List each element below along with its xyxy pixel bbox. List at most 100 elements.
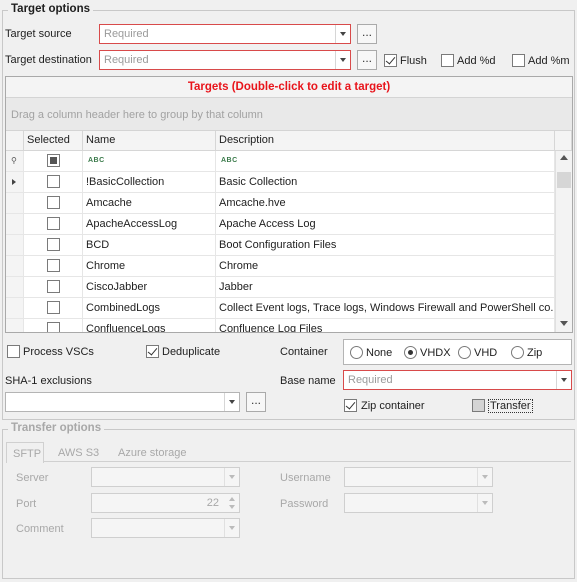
- base-name-placeholder: Required: [348, 374, 393, 386]
- row-description-cell[interactable]: Apache Access Log: [216, 214, 555, 235]
- container-vhd-label: VHD: [474, 347, 498, 359]
- group-panel-text: Drag a column header here to group by th…: [11, 109, 263, 121]
- group-by-panel[interactable]: Drag a column header here to group by th…: [6, 98, 572, 131]
- row-name-cell[interactable]: ConfluenceLogs: [83, 319, 216, 332]
- row-selected-cell[interactable]: [24, 193, 83, 214]
- column-header-selected[interactable]: Selected: [24, 131, 83, 151]
- row-indicator: [6, 235, 24, 256]
- row-select-checkbox[interactable]: [47, 322, 60, 332]
- row-selected-cell[interactable]: [24, 298, 83, 319]
- filter-name-cell[interactable]: ABC: [83, 151, 216, 172]
- chevron-down-icon[interactable]: [335, 51, 350, 69]
- row-select-checkbox[interactable]: [47, 175, 60, 188]
- row-name-cell[interactable]: BCD: [83, 235, 216, 256]
- server-label: Server: [16, 472, 49, 484]
- row-selected-cell[interactable]: [24, 277, 83, 298]
- target-source-label: Target source: [5, 28, 72, 40]
- row-selected-cell[interactable]: [24, 319, 83, 332]
- row-description-cell[interactable]: Amcache.hve: [216, 193, 555, 214]
- filter-selected-checkbox[interactable]: [47, 154, 60, 167]
- comment-combo[interactable]: [91, 518, 240, 538]
- comment-label: Comment: [16, 523, 64, 535]
- container-none-label: None: [366, 347, 393, 359]
- row-select-checkbox[interactable]: [47, 259, 60, 272]
- password-combo[interactable]: [344, 493, 493, 513]
- deduplicate-label: Deduplicate: [162, 346, 221, 358]
- chevron-down-icon[interactable]: [224, 393, 239, 411]
- sha1-browse-button[interactable]: ...: [246, 392, 266, 412]
- row-selected-cell[interactable]: [24, 256, 83, 277]
- row-description-cell[interactable]: Chrome: [216, 256, 555, 277]
- tab-azure-storage[interactable]: Azure storage: [118, 447, 186, 459]
- row-description-cell[interactable]: Confluence Log Files: [216, 319, 555, 332]
- spin-down-icon[interactable]: [229, 505, 235, 509]
- zip-container-checkbox[interactable]: [344, 399, 357, 412]
- target-source-combo[interactable]: Required: [99, 24, 351, 44]
- row-select-checkbox[interactable]: [47, 238, 60, 251]
- spin-up-icon[interactable]: [229, 497, 235, 501]
- row-select-checkbox[interactable]: [47, 301, 60, 314]
- scroll-thumb[interactable]: [557, 172, 571, 188]
- chevron-down-icon[interactable]: [224, 468, 239, 486]
- scroll-down-arrow-icon[interactable]: [560, 321, 568, 326]
- row-selected-cell[interactable]: [24, 214, 83, 235]
- column-header-name[interactable]: Name: [83, 131, 216, 151]
- filter-row-indicator: ⚲: [6, 151, 24, 172]
- column-header-description[interactable]: Description: [216, 131, 555, 151]
- chevron-down-icon[interactable]: [477, 468, 492, 486]
- row-name-cell[interactable]: Amcache: [83, 193, 216, 214]
- row-selected-cell[interactable]: [24, 235, 83, 256]
- row-name-cell[interactable]: CiscoJabber: [83, 277, 216, 298]
- flush-checkbox[interactable]: [384, 54, 397, 67]
- zip-container-label: Zip container: [361, 400, 425, 412]
- chevron-down-icon[interactable]: [556, 371, 571, 389]
- row-name-cell[interactable]: ApacheAccessLog: [83, 214, 216, 235]
- row-description-cell[interactable]: Boot Configuration Files: [216, 235, 555, 256]
- row-name-cell[interactable]: Chrome: [83, 256, 216, 277]
- targets-grid[interactable]: Targets (Double-click to edit a target) …: [5, 76, 573, 333]
- add-d-checkbox[interactable]: [441, 54, 454, 67]
- container-vhdx-label: VHDX: [420, 347, 451, 359]
- tab-sftp[interactable]: SFTP: [6, 442, 44, 463]
- sha1-exclusions-combo[interactable]: [5, 392, 240, 412]
- row-name-cell[interactable]: !BasicCollection: [83, 172, 216, 193]
- process-vscs-checkbox[interactable]: [7, 345, 20, 358]
- filter-description-cell[interactable]: ABC: [216, 151, 555, 172]
- row-selected-cell[interactable]: [24, 172, 83, 193]
- container-radio-vhd[interactable]: [458, 346, 471, 359]
- row-name-cell[interactable]: CombinedLogs: [83, 298, 216, 319]
- container-radio-vhdx[interactable]: [404, 346, 417, 359]
- username-combo[interactable]: [344, 467, 493, 487]
- target-destination-placeholder: Required: [104, 54, 149, 66]
- container-radio-zip[interactable]: [511, 346, 524, 359]
- password-label: Password: [280, 498, 329, 510]
- deduplicate-checkbox[interactable]: [146, 345, 159, 358]
- target-source-browse-button[interactable]: ...: [357, 24, 377, 44]
- base-name-combo[interactable]: Required: [343, 370, 572, 390]
- row-description-cell[interactable]: Basic Collection: [216, 172, 555, 193]
- row-indicator: [6, 214, 24, 235]
- container-label: Container: [280, 346, 328, 358]
- row-select-checkbox[interactable]: [47, 280, 60, 293]
- target-destination-combo[interactable]: Required: [99, 50, 351, 70]
- row-select-checkbox[interactable]: [47, 196, 60, 209]
- chevron-down-icon[interactable]: [477, 494, 492, 512]
- server-combo[interactable]: [91, 467, 240, 487]
- container-radio-none[interactable]: [350, 346, 363, 359]
- port-spinner[interactable]: 22: [91, 493, 240, 513]
- port-value: 22: [206, 497, 219, 509]
- row-select-checkbox[interactable]: [47, 217, 60, 230]
- target-source-placeholder: Required: [104, 28, 149, 40]
- transfer-checkbox[interactable]: [472, 399, 485, 412]
- filter-selected-cell[interactable]: [24, 151, 83, 172]
- scroll-up-arrow-icon[interactable]: [560, 155, 568, 160]
- header-scroll-corner: [555, 131, 572, 151]
- target-destination-browse-button[interactable]: ...: [357, 50, 377, 70]
- row-description-cell[interactable]: Jabber: [216, 277, 555, 298]
- row-description-cell[interactable]: Collect Event logs, Trace logs, Windows …: [216, 298, 555, 319]
- tab-aws-s3[interactable]: AWS S3: [58, 447, 99, 459]
- chevron-down-icon[interactable]: [335, 25, 350, 43]
- grid-vertical-scrollbar[interactable]: [555, 151, 572, 332]
- chevron-down-icon[interactable]: [224, 519, 239, 537]
- add-m-checkbox[interactable]: [512, 54, 525, 67]
